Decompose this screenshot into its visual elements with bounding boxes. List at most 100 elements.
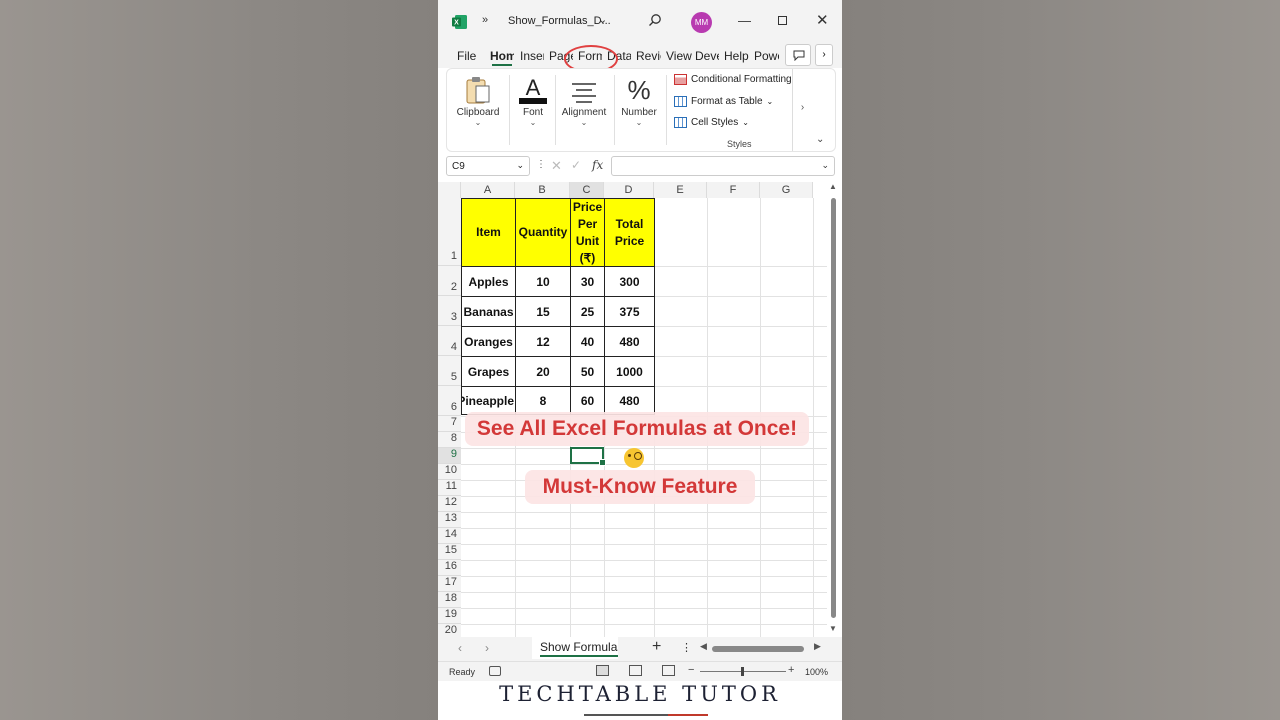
table-cell[interactable]: 60 <box>570 386 605 415</box>
tab-file[interactable]: File <box>457 49 476 63</box>
insert-function-icon[interactable]: fx <box>592 158 603 172</box>
table-cell[interactable]: 20 <box>515 356 571 387</box>
tab-insert[interactable]: Inser <box>520 49 544 63</box>
table-cell[interactable]: 480 <box>604 386 655 415</box>
tab-home[interactable]: Hom <box>490 49 514 63</box>
table-cell[interactable]: Bananas <box>461 296 516 327</box>
chevron-down-icon[interactable]: ⌄ <box>516 160 524 171</box>
enter-icon[interactable]: ✓ <box>571 158 581 172</box>
row-header[interactable]: 14 <box>438 528 461 544</box>
name-box[interactable]: C9 ⌄ <box>446 156 530 176</box>
tab-review[interactable]: Revie <box>636 49 661 63</box>
clipboard-group[interactable]: Clipboard ⌄ <box>453 71 503 127</box>
comments-button[interactable] <box>785 44 811 66</box>
table-cell[interactable]: 375 <box>604 296 655 327</box>
zoom-level[interactable]: 100% <box>805 667 828 677</box>
table-header-cell[interactable]: Total Price <box>604 198 655 267</box>
maximize-button[interactable] <box>778 16 787 25</box>
row-header[interactable]: 15 <box>438 544 461 560</box>
table-header-cell[interactable]: Price Per Unit (₹) <box>570 198 605 267</box>
row-header[interactable]: 5 <box>438 356 461 386</box>
more-options-icon[interactable]: ⋮ <box>536 159 546 170</box>
add-sheet-button[interactable]: + <box>652 638 661 656</box>
sheet-menu-icon[interactable]: ⋮ <box>681 641 692 654</box>
ribbon-more-button[interactable]: › <box>792 69 812 151</box>
number-group[interactable]: % Number ⌄ <box>617 71 661 127</box>
row-header[interactable]: 20 <box>438 624 461 638</box>
row-header[interactable]: 18 <box>438 592 461 608</box>
row-header[interactable]: 2 <box>438 266 461 296</box>
table-cell[interactable]: 480 <box>604 326 655 357</box>
tab-view[interactable]: View <box>666 49 692 63</box>
scroll-down-icon[interactable]: ▼ <box>829 624 837 633</box>
column-header-f[interactable]: F <box>707 182 760 198</box>
table-cell[interactable]: 15 <box>515 296 571 327</box>
table-cell[interactable]: Apples <box>461 266 516 297</box>
scroll-left-icon[interactable]: ◀ <box>700 641 707 652</box>
selected-cell-c9[interactable] <box>570 447 606 466</box>
cell-styles-button[interactable]: Cell Styles ⌄ <box>674 117 749 128</box>
table-cell[interactable]: 50 <box>570 356 605 387</box>
table-cell[interactable]: Pineapple <box>461 386 516 415</box>
row-header[interactable]: 7 <box>438 416 461 432</box>
font-group[interactable]: A Font ⌄ <box>513 71 553 127</box>
table-cell[interactable]: Oranges <box>461 326 516 357</box>
ribbon-collapse-icon[interactable]: ⌄ <box>816 134 824 145</box>
quick-access-more[interactable]: » <box>482 14 488 26</box>
table-header-cell[interactable]: Item <box>461 198 516 267</box>
scroll-right-icon[interactable]: ▶ <box>814 641 821 652</box>
chevron-down-icon[interactable]: ⌄ <box>598 13 607 26</box>
table-cell[interactable]: 30 <box>570 266 605 297</box>
close-button[interactable]: ✕ <box>816 11 829 29</box>
vertical-scrollbar[interactable]: ▲ ▼ <box>828 182 840 636</box>
table-cell[interactable]: 10 <box>515 266 571 297</box>
row-header[interactable]: 13 <box>438 512 461 528</box>
row-header[interactable]: 3 <box>438 296 461 326</box>
table-cell[interactable]: 40 <box>570 326 605 357</box>
table-cell[interactable]: Grapes <box>461 356 516 387</box>
next-sheet-icon[interactable]: › <box>485 641 489 655</box>
column-header-b[interactable]: B <box>515 182 570 198</box>
table-cell[interactable]: 25 <box>570 296 605 327</box>
row-header[interactable]: 4 <box>438 326 461 356</box>
zoom-in-button[interactable]: + <box>788 664 794 676</box>
tab-developer[interactable]: Deve <box>695 49 719 63</box>
minimize-button[interactable]: — <box>738 13 752 28</box>
alignment-group[interactable]: Alignment ⌄ <box>557 71 611 127</box>
row-header[interactable]: 1 <box>438 198 461 266</box>
row-header[interactable]: 17 <box>438 576 461 592</box>
row-header[interactable]: 11 <box>438 480 461 496</box>
normal-view-icon[interactable] <box>596 665 609 676</box>
row-header[interactable]: 19 <box>438 608 461 624</box>
accessibility-icon[interactable] <box>489 666 501 676</box>
row-header[interactable]: 16 <box>438 560 461 576</box>
column-header-d[interactable]: D <box>604 182 654 198</box>
table-cell[interactable]: 8 <box>515 386 571 415</box>
column-header-a[interactable]: A <box>461 182 515 198</box>
search-icon[interactable] <box>648 13 662 27</box>
table-cell[interactable]: 300 <box>604 266 655 297</box>
table-cell[interactable]: 12 <box>515 326 571 357</box>
prev-sheet-icon[interactable]: ‹ <box>458 641 462 655</box>
row-header[interactable]: 9 <box>438 448 461 464</box>
select-all-corner[interactable] <box>438 182 461 198</box>
sheet-tab-show-formulas[interactable]: Show Formulas <box>532 637 618 659</box>
table-cell[interactable]: 1000 <box>604 356 655 387</box>
row-header[interactable]: 12 <box>438 496 461 512</box>
tab-help[interactable]: Help <box>724 49 751 63</box>
scroll-up-icon[interactable]: ▲ <box>829 182 837 191</box>
column-header-e[interactable]: E <box>654 182 707 198</box>
conditional-formatting-button[interactable]: Conditional Formatting <box>674 74 792 85</box>
horizontal-scrollbar[interactable]: ◀ ▶ <box>700 641 822 655</box>
column-header-c[interactable]: C <box>570 182 604 198</box>
column-header-g[interactable]: G <box>760 182 813 198</box>
row-header[interactable]: 10 <box>438 464 461 480</box>
zoom-slider-handle[interactable] <box>741 667 744 676</box>
cancel-icon[interactable]: ✕ <box>551 158 562 174</box>
format-as-table-button[interactable]: Format as Table ⌄ <box>674 96 773 107</box>
scrollbar-thumb[interactable] <box>831 198 836 618</box>
ribbon-tabs-more-button[interactable]: › <box>815 44 833 66</box>
row-header[interactable]: 6 <box>438 386 461 416</box>
zoom-out-button[interactable]: − <box>688 664 694 676</box>
table-header-cell[interactable]: Quantity <box>515 198 571 267</box>
